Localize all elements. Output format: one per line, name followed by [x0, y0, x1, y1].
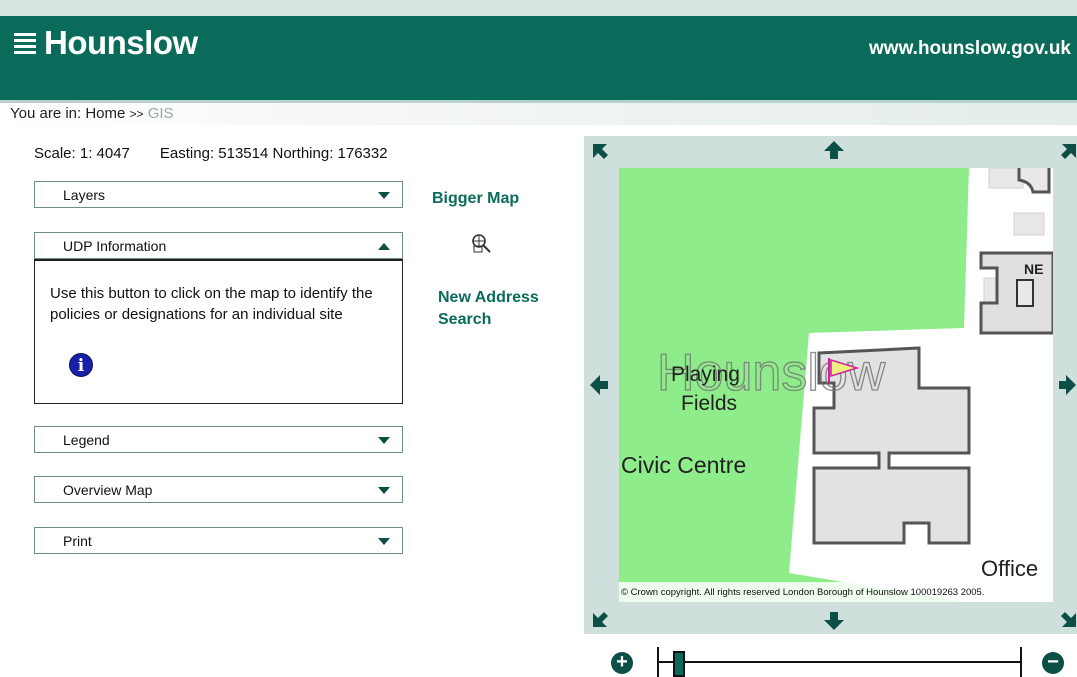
scale-readout: Scale: 1: 4047	[34, 145, 130, 162]
building	[1013, 212, 1045, 236]
layers-label: Layers	[63, 186, 106, 203]
zoom-slider-thumb[interactable]	[673, 651, 685, 677]
building-detail	[1016, 279, 1034, 307]
map-copyright: © Crown copyright. All rights reserved L…	[621, 587, 984, 598]
zoom-out-button[interactable]: −	[1042, 652, 1064, 674]
breadcrumb: You are in: Home >> GIS	[10, 105, 174, 122]
map-label-civic-centre: Civic Centre	[621, 452, 746, 478]
udp-panel-header[interactable]: UDP Information	[34, 232, 403, 259]
breadcrumb-separator: >>	[129, 107, 144, 121]
udp-label: UDP Information	[63, 237, 167, 254]
pan-north-arrow-icon[interactable]	[823, 140, 845, 160]
udp-panel-body: Use this button to click on the map to i…	[34, 259, 403, 404]
map-canvas[interactable]: NE Hounslow Playing Fields Civic Centre …	[619, 168, 1053, 602]
new-address-line2: Search	[438, 311, 492, 328]
pan-southwest-arrow-icon[interactable]	[592, 611, 609, 628]
logo-mark-icon	[14, 32, 36, 54]
bigger-map-link[interactable]: Bigger Map	[432, 190, 519, 208]
overview-label: Overview Map	[63, 481, 153, 498]
map-label-fields: Fields	[681, 392, 737, 415]
top-strip	[0, 0, 1077, 16]
breadcrumb-current: GIS	[147, 105, 174, 122]
map-label-office: Office	[981, 556, 1038, 581]
chevron-down-icon	[378, 538, 390, 545]
print-panel-header[interactable]: Print	[34, 527, 403, 554]
info-icon[interactable]: i	[69, 353, 93, 377]
identify-tool-icon[interactable]	[470, 232, 492, 254]
legend-panel-header[interactable]: Legend	[34, 426, 403, 453]
pan-south-arrow-icon[interactable]	[823, 611, 845, 631]
overview-panel-header[interactable]: Overview Map	[34, 476, 403, 503]
map-label-playing: Playing	[671, 363, 740, 386]
chevron-down-icon	[378, 437, 390, 444]
pan-east-arrow-icon[interactable]	[1059, 374, 1077, 396]
breadcrumb-home[interactable]: Home	[85, 105, 125, 122]
pan-southeast-arrow-icon[interactable]	[1060, 611, 1077, 628]
new-address-line1: New Address	[438, 289, 539, 306]
site-url[interactable]: www.hounslow.gov.uk	[869, 38, 1071, 60]
print-label: Print	[63, 532, 92, 549]
map-label-ne: NE	[1024, 261, 1043, 277]
page: Hounslow www.hounslow.gov.uk You are in:…	[0, 0, 1077, 677]
zoom-slider[interactable]	[657, 647, 1022, 677]
pan-west-arrow-icon[interactable]	[589, 374, 609, 396]
map-view[interactable]: NE Hounslow Playing Fields Civic Centre …	[619, 168, 1053, 602]
layers-panel-header[interactable]: Layers	[34, 181, 403, 208]
pan-northeast-arrow-icon[interactable]	[1060, 143, 1077, 160]
udp-description: Use this button to click on the map to i…	[50, 285, 373, 323]
breadcrumb-prefix: You are in:	[10, 105, 82, 122]
hounslow-logo[interactable]: Hounslow	[14, 24, 198, 62]
new-address-search-link[interactable]: New Address Search	[438, 287, 539, 331]
chevron-up-icon	[378, 243, 390, 250]
legend-label: Legend	[63, 431, 110, 448]
map-info-line: Scale: 1: 4047 Easting: 513514 Northing: …	[34, 145, 418, 162]
logo-text: Hounslow	[44, 24, 198, 61]
chevron-down-icon	[378, 487, 390, 494]
coordinate-readout: Easting: 513514 Northing: 176332	[159, 145, 388, 162]
pan-northwest-arrow-icon[interactable]	[592, 143, 609, 160]
zoom-in-button[interactable]: +	[611, 652, 633, 674]
chevron-down-icon	[378, 192, 390, 199]
zoom-slider-track	[659, 661, 1020, 663]
